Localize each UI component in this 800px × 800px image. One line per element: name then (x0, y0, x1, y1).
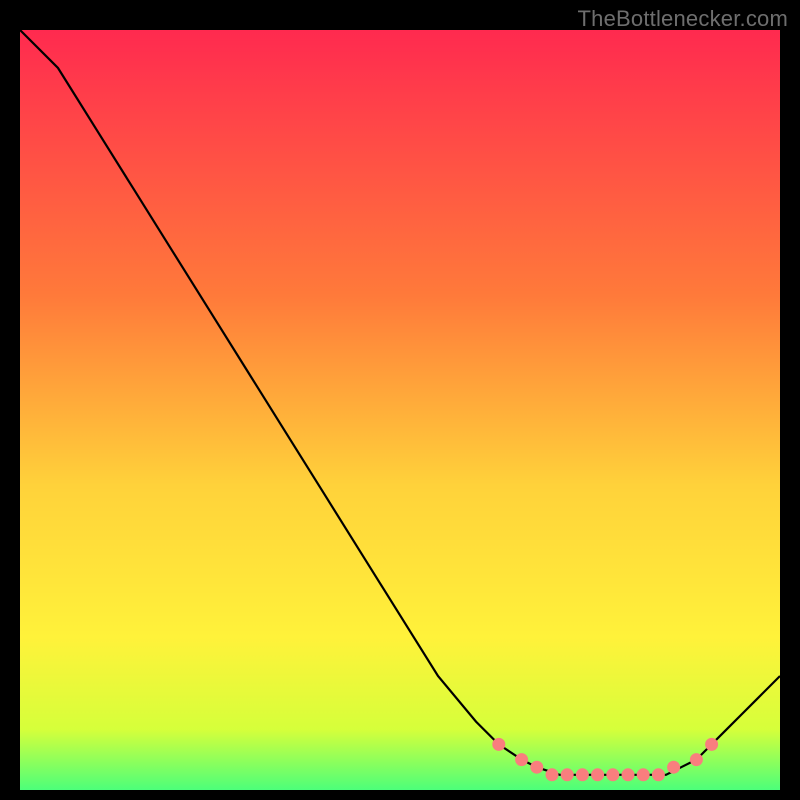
curve-marker (576, 769, 588, 781)
curve-marker (622, 769, 634, 781)
curve-marker (516, 754, 528, 766)
curve-marker (531, 761, 543, 773)
curve-marker (706, 738, 718, 750)
curve-marker (690, 754, 702, 766)
gradient-background (20, 30, 780, 790)
chart-frame (20, 30, 780, 790)
bottleneck-chart (20, 30, 780, 790)
curve-marker (546, 769, 558, 781)
curve-marker (652, 769, 664, 781)
curve-marker (607, 769, 619, 781)
curve-marker (637, 769, 649, 781)
curve-marker (668, 761, 680, 773)
curve-marker (493, 738, 505, 750)
curve-marker (561, 769, 573, 781)
watermark-text: TheBottlenecker.com (578, 6, 788, 32)
curve-marker (592, 769, 604, 781)
